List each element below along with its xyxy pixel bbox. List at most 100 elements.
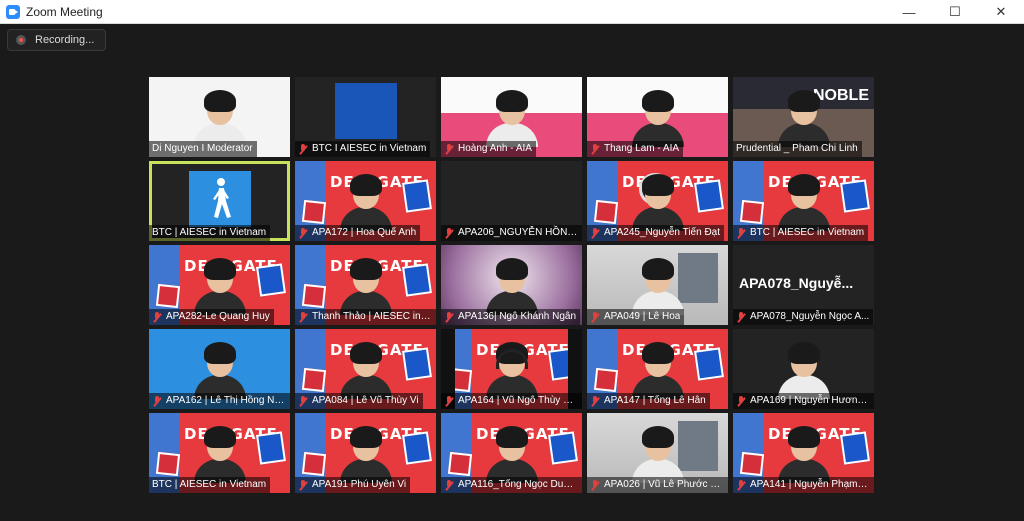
maximize-button[interactable]: ☐ (932, 0, 978, 24)
participant-name-tag: APA141 | Nguyễn Phạm T... (733, 477, 874, 493)
participant-tile[interactable]: DELEGATEAPA164 | Vũ Ngô Thùy N... (441, 329, 582, 409)
participant-tile[interactable]: DELEGATEAPA172 | Hoa Quế Anh (295, 161, 436, 241)
badge-graphic (548, 431, 578, 465)
participant-tile[interactable]: DELEGATEBTC | AIESEC in Vietnam (733, 161, 874, 241)
mic-muted-icon (736, 479, 746, 491)
participant-video (774, 171, 834, 231)
participant-name: Hoàng Anh - AIA (458, 143, 532, 154)
participant-name-tag: BTC | AIESEC in Vietnam (733, 225, 869, 241)
participant-name-tag: APA049 | Lê Hoa (587, 309, 685, 325)
badge-graphic (402, 347, 432, 381)
participant-tile[interactable]: APA206_NGUYỄN HỒNG ... (441, 161, 582, 241)
participant-video (336, 255, 396, 315)
badge-graphic (301, 451, 327, 477)
participant-tile[interactable]: DELEGATEAPA141 | Nguyễn Phạm T... (733, 413, 874, 493)
participant-name-tag: BTC | AIESEC in Vietnam (149, 477, 271, 493)
participant-name: APA147 | Tống Lê Hân (604, 395, 706, 406)
participant-tile[interactable]: DELEGATEThanh Thảo | AIESEC in V... (295, 245, 436, 325)
participant-name: APA164 | Vũ Ngô Thùy N... (458, 395, 578, 406)
participant-name-tag: APA169 | Nguyễn Hương ... (733, 393, 874, 409)
window-title: Zoom Meeting (26, 4, 103, 19)
participant-gallery: Di Nguyen I Moderator BTC I AIESEC in Vie… (149, 77, 875, 493)
participant-tile[interactable]: DELEGATEBTC | AIESEC in Vietnam (149, 413, 290, 493)
participant-video (774, 87, 834, 147)
participant-tile[interactable]: DELEGATEAPA084 | Lê Vũ Thùy Vi (295, 329, 436, 409)
participant-name-tag: Thang Lam - AIA (587, 141, 684, 157)
participant-name-tag: APA084 | Lê Vũ Thùy Vi (295, 393, 423, 409)
participant-tile[interactable]: DELEGATEAPA245_Nguyễn Tiến Đạt (587, 161, 728, 241)
participant-tile[interactable]: APA078_Nguyễ... APA078_Nguyễn Ngọc A... (733, 245, 874, 325)
badge-graphic (402, 263, 432, 297)
participant-name: APA162 | Lê Thị Hồng Nh... (166, 395, 286, 406)
participant-name: APA245_Nguyễn Tiến Đạt (604, 227, 721, 238)
participant-name: APA191 Phú Uyên Vi (312, 479, 407, 490)
badge-graphic (301, 283, 327, 309)
mic-muted-icon (298, 395, 308, 407)
badge-graphic (155, 451, 181, 477)
mic-muted-icon (152, 395, 162, 407)
mic-muted-icon (152, 311, 162, 323)
video-placeholder (335, 83, 397, 139)
participant-tile[interactable]: BTC I AIESEC in Vietnam (295, 77, 436, 157)
participant-name-tag: APA078_Nguyễn Ngọc A... (733, 309, 874, 325)
participant-name-tag: APA147 | Tống Lê Hân (587, 393, 710, 409)
participant-video (482, 423, 542, 483)
participant-tile[interactable]: APA162 | Lê Thị Hồng Nh... (149, 329, 290, 409)
participant-tile[interactable]: Thang Lam - AIA (587, 77, 728, 157)
title-bar: Zoom Meeting — ☐ ✕ (0, 0, 1024, 24)
participant-name-tag: APA116_Tống Ngọc Duyê... (441, 477, 582, 493)
mic-muted-icon (590, 479, 600, 491)
badge-graphic (301, 367, 327, 393)
participant-tile[interactable]: APA026 | Vũ Lê Phước Qu... (587, 413, 728, 493)
participant-video (628, 255, 688, 315)
recording-label: Recording... (35, 34, 95, 46)
participant-tile[interactable]: APA169 | Nguyễn Hương ... (733, 329, 874, 409)
participant-name-tag: Thanh Thảo | AIESEC in V... (295, 309, 436, 325)
participant-name-tag: APA162 | Lê Thị Hồng Nh... (149, 393, 290, 409)
participant-name: APA169 | Nguyễn Hương ... (750, 395, 870, 406)
participant-video (482, 87, 542, 147)
participant-tile[interactable]: DELEGATEAPA191 Phú Uyên Vi (295, 413, 436, 493)
close-button[interactable]: ✕ (978, 0, 1024, 24)
participant-name: Thang Lam - AIA (604, 143, 680, 154)
badge-graphic (155, 283, 181, 309)
mic-muted-icon (298, 311, 308, 323)
participant-name-tag: APA026 | Vũ Lê Phước Qu... (587, 477, 728, 493)
participant-name-tag: Hoàng Anh - AIA (441, 141, 536, 157)
participant-tile[interactable]: Hoàng Anh - AIA (441, 77, 582, 157)
participant-video (774, 423, 834, 483)
participant-name-tag: BTC | AIESEC in Vietnam (149, 225, 271, 241)
participant-name: BTC | AIESEC in Vietnam (750, 227, 865, 238)
participant-tile[interactable]: NOBLE Prudential _ Pham Chi Linh (733, 77, 874, 157)
participant-name: APA078_Nguyễn Ngọc A... (750, 311, 870, 322)
participant-display-name: APA078_Nguyễ... (739, 275, 854, 291)
participant-video (336, 171, 396, 231)
participant-tile[interactable]: DELEGATEAPA282-Le Quang Huy (149, 245, 290, 325)
mic-muted-icon (298, 143, 308, 155)
badge-graphic (256, 431, 286, 465)
participant-name: APA084 | Lê Vũ Thùy Vi (312, 395, 419, 406)
participant-tile[interactable]: DELEGATEAPA147 | Tống Lê Hân (587, 329, 728, 409)
participant-tile[interactable]: APA049 | Lê Hoa (587, 245, 728, 325)
participant-video (774, 339, 834, 399)
participant-tile[interactable]: Di Nguyen I Moderator (149, 77, 290, 157)
participant-tile[interactable]: BTC | AIESEC in Vietnam (149, 161, 290, 241)
participant-name: Prudential _ Pham Chi Linh (736, 143, 858, 154)
participant-video (190, 87, 250, 147)
participant-name-tag: APA206_NGUYỄN HỒNG ... (441, 225, 582, 241)
minimize-button[interactable]: — (886, 0, 932, 24)
participant-video (190, 423, 250, 483)
mic-muted-icon (590, 395, 600, 407)
badge-graphic (694, 347, 724, 381)
participant-name: APA116_Tống Ngọc Duyê... (458, 479, 578, 490)
participant-name-tag: APA282-Le Quang Huy (149, 309, 274, 325)
participant-tile[interactable]: DELEGATEAPA116_Tống Ngọc Duyê... (441, 413, 582, 493)
zoom-app-icon (6, 4, 20, 19)
participant-tile[interactable]: APA136| Ngô Khánh Ngân (441, 245, 582, 325)
recording-indicator[interactable]: Recording... (7, 29, 106, 51)
badge-graphic (840, 431, 870, 465)
mic-muted-icon (444, 311, 454, 323)
badge-graphic (593, 199, 619, 225)
badge-graphic (402, 431, 432, 465)
badge-graphic (402, 179, 432, 213)
